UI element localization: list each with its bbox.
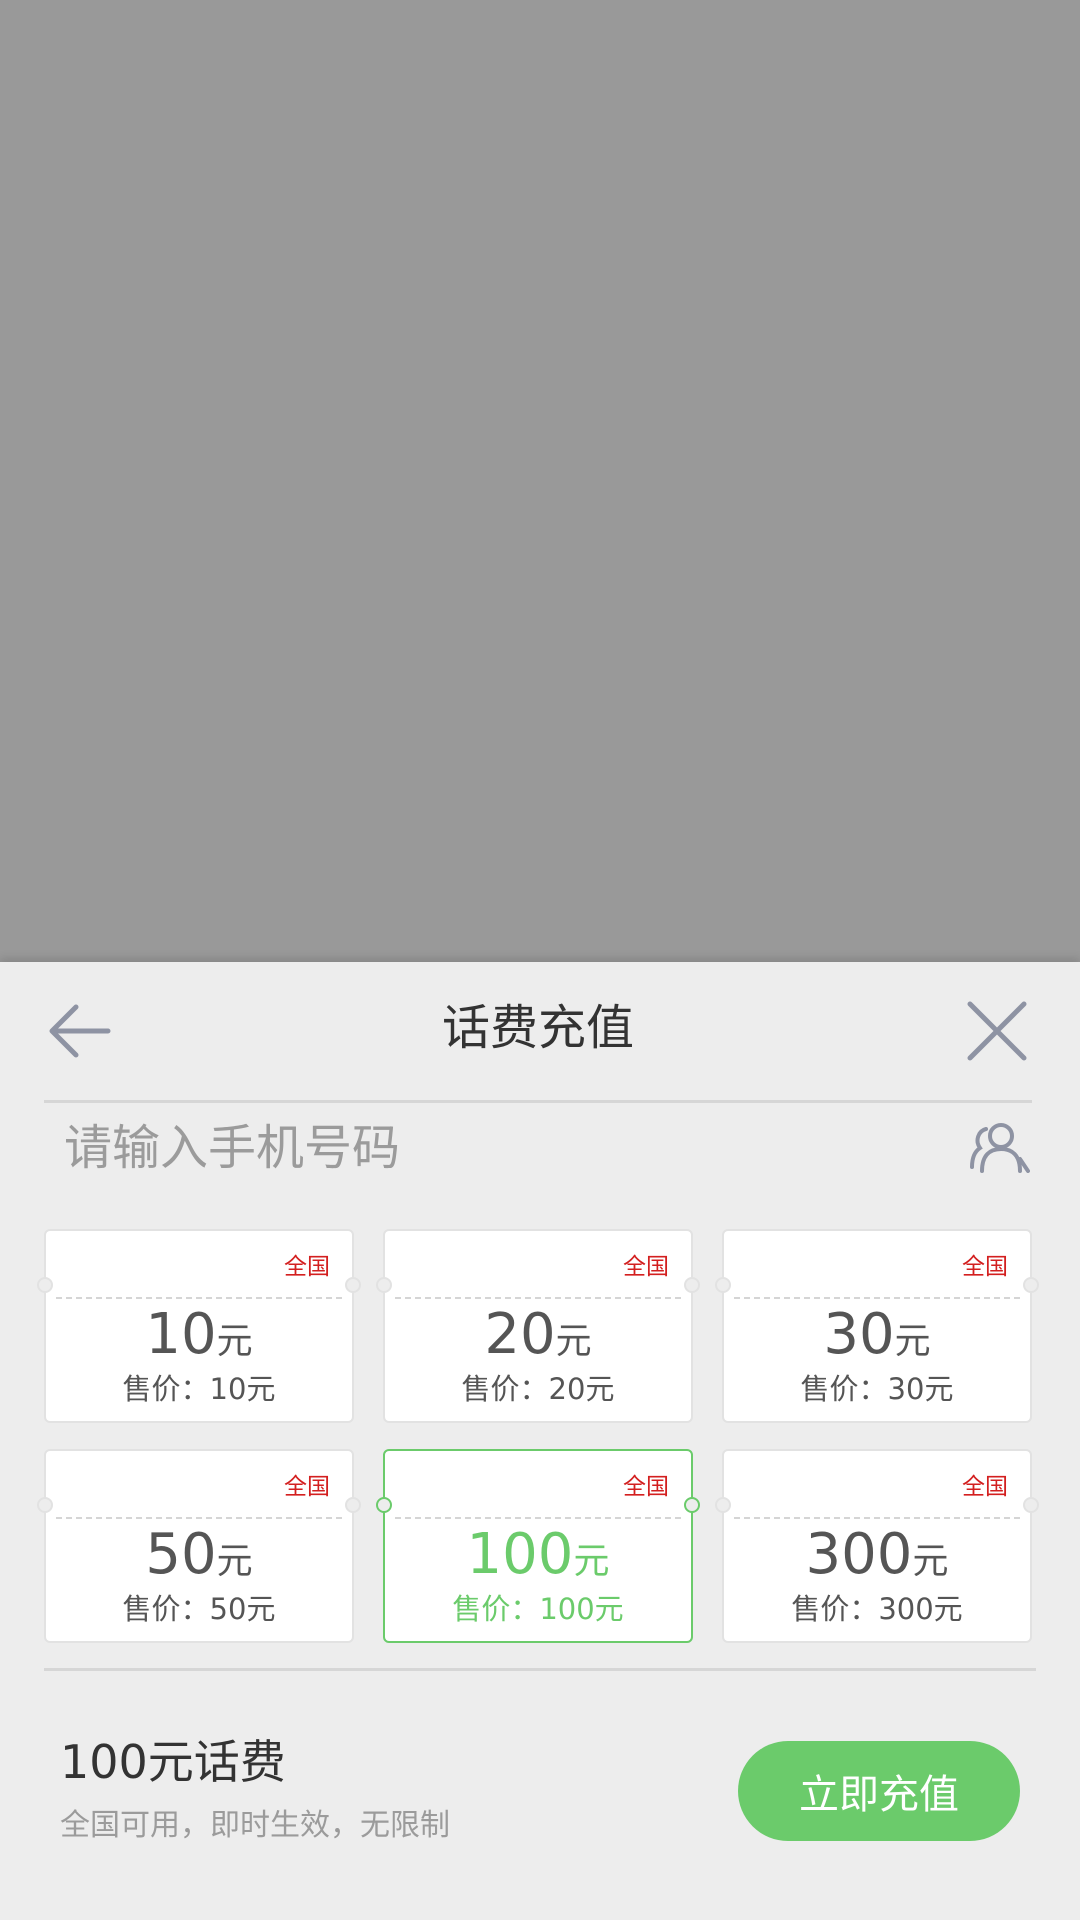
denomination-grid: 全国 10元 售价：10元 全国 20元 售价：20元 全国 30元 售价：30…	[37, 1229, 1039, 1659]
denomination-card-50[interactable]: 全国 50元 售价：50元	[37, 1449, 361, 1643]
card-price: 售价：100元	[452, 1592, 624, 1626]
phone-number-input[interactable]	[62, 1103, 906, 1193]
card-price: 售价：10元	[122, 1372, 276, 1406]
contacts-icon	[970, 1123, 1030, 1173]
section-divider	[44, 1668, 1036, 1671]
region-badge: 全国	[623, 1474, 669, 1500]
sheet-header: 话费充值	[44, 962, 1032, 1103]
region-badge: 全国	[284, 1254, 330, 1280]
region-badge: 全国	[962, 1254, 1008, 1280]
card-amount: 30元	[823, 1302, 931, 1367]
denomination-card-300[interactable]: 全国 300元 售价：300元	[715, 1449, 1039, 1643]
dim-overlay[interactable]	[0, 0, 1080, 962]
card-amount: 300元	[805, 1522, 949, 1587]
card-amount: 50元	[145, 1522, 253, 1587]
card-price: 售价：300元	[791, 1592, 963, 1626]
recharge-now-button[interactable]: 立即充值	[738, 1741, 1020, 1841]
recharge-sheet: 话费充值 全国 10元 售价：10元 全国	[0, 962, 1080, 1920]
denomination-card-30[interactable]: 全国 30元 售价：30元	[715, 1229, 1039, 1423]
card-price: 售价：50元	[122, 1592, 276, 1626]
card-price: 售价：30元	[800, 1372, 954, 1406]
page-title: 话费充值	[441, 1000, 634, 1056]
phone-row	[44, 1103, 1032, 1193]
denomination-card-100[interactable]: 全国 100元 售价：100元	[376, 1449, 700, 1643]
card-price: 售价：20元	[461, 1372, 615, 1406]
region-badge: 全国	[284, 1474, 330, 1500]
card-amount: 100元	[466, 1522, 610, 1587]
selected-summary-title: 100元话费	[60, 1735, 286, 1789]
contacts-button[interactable]	[968, 1115, 1032, 1179]
region-badge: 全国	[962, 1474, 1008, 1500]
selected-summary-description: 全国可用，即时生效，无限制	[60, 1808, 450, 1843]
close-icon	[967, 1001, 1027, 1061]
close-button[interactable]	[962, 996, 1032, 1066]
card-amount: 20元	[484, 1302, 592, 1367]
denomination-card-20[interactable]: 全国 20元 售价：20元	[376, 1229, 700, 1423]
card-amount: 10元	[145, 1302, 253, 1367]
region-badge: 全国	[623, 1254, 669, 1280]
denomination-card-10[interactable]: 全国 10元 售价：10元	[37, 1229, 361, 1423]
